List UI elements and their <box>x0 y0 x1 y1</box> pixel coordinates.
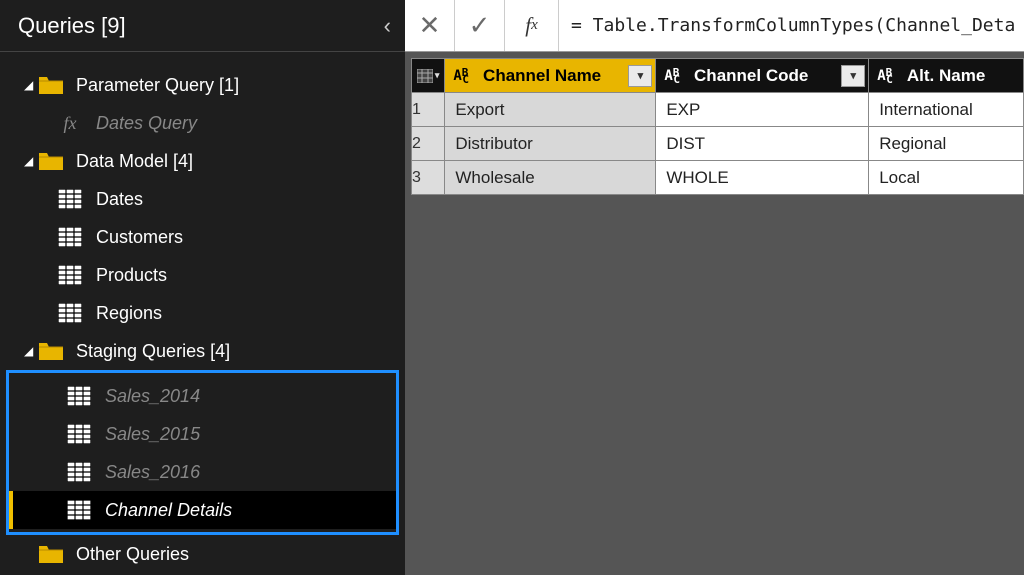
row-number[interactable]: 1 <box>412 93 445 127</box>
group-staging-queries[interactable]: ◢ Staging Queries [4] <box>0 332 405 370</box>
formula-input[interactable]: = Table.TransformColumnTypes(Channel_Det… <box>559 0 1024 51</box>
cell-alt-name[interactable]: Local <box>869 161 1024 195</box>
column-name: Alt. Name <box>907 66 1023 86</box>
column-name: Channel Name <box>483 66 628 86</box>
column-name: Channel Code <box>694 66 841 86</box>
table-icon <box>58 227 82 247</box>
query-label: Sales_2014 <box>105 386 200 407</box>
query-label: Dates Query <box>96 113 197 134</box>
highlighted-staging-group: Sales_2014 Sales_2015 Sales_2016 Channel… <box>6 370 399 535</box>
table-row[interactable]: 2 Distributor DIST Regional <box>412 127 1024 161</box>
main-area: ✕ ✓ fx = Table.TransformColumnTypes(Chan… <box>405 0 1024 575</box>
query-channel-details[interactable]: Channel Details <box>9 491 396 529</box>
cell-channel-code[interactable]: EXP <box>656 93 869 127</box>
group-data-model[interactable]: ◢ Data Model [4] <box>0 142 405 180</box>
collapse-panel-icon[interactable]: ‹ <box>384 13 391 39</box>
query-sales-2015[interactable]: Sales_2015 <box>9 415 396 453</box>
query-sales-2016[interactable]: Sales_2016 <box>9 453 396 491</box>
group-label: Staging Queries [4] <box>76 341 230 362</box>
commit-formula-button[interactable]: ✓ <box>455 0 505 51</box>
query-dates[interactable]: Dates <box>0 180 405 218</box>
group-label: Parameter Query [1] <box>76 75 239 96</box>
query-customers[interactable]: Customers <box>0 218 405 256</box>
column-header-channel-code[interactable]: ABC Channel Code ▾ <box>656 59 869 93</box>
query-label: Dates <box>96 189 143 210</box>
table-row[interactable]: 1 Export EXP International <box>412 93 1024 127</box>
cell-alt-name[interactable]: Regional <box>869 127 1024 161</box>
query-dates-query[interactable]: fx Dates Query <box>0 104 405 142</box>
queries-title: Queries [9] <box>18 13 126 39</box>
query-label: Channel Details <box>105 500 232 521</box>
query-sales-2014[interactable]: Sales_2014 <box>9 377 396 415</box>
type-text-icon: ABC <box>656 69 694 83</box>
query-label: Sales_2015 <box>105 424 200 445</box>
column-filter-button[interactable]: ▾ <box>841 65 865 87</box>
type-text-icon: ABC <box>869 69 907 83</box>
group-label: Data Model [4] <box>76 151 193 172</box>
table-icon <box>58 189 82 209</box>
group-other-queries[interactable]: Other Queries <box>0 535 405 573</box>
data-preview: ▾ ABC Channel Name ▾ ABC Channel C <box>405 52 1024 195</box>
type-text-icon: ABC <box>445 69 483 83</box>
table-icon <box>67 424 91 444</box>
cell-alt-name[interactable]: International <box>869 93 1024 127</box>
folder-icon <box>38 340 64 362</box>
query-label: Regions <box>96 303 162 324</box>
queries-tree: ◢ Parameter Query [1] fx Dates Query ◢ D… <box>0 52 405 575</box>
cell-channel-code[interactable]: DIST <box>656 127 869 161</box>
row-number[interactable]: 2 <box>412 127 445 161</box>
cell-channel-name[interactable]: Wholesale <box>445 161 656 195</box>
cancel-formula-button[interactable]: ✕ <box>405 0 455 51</box>
chevron-down-icon: ▾ <box>435 70 440 81</box>
fx-icon[interactable]: fx <box>505 0 559 51</box>
query-regions[interactable]: Regions <box>0 294 405 332</box>
query-label: Sales_2016 <box>105 462 200 483</box>
formula-bar: ✕ ✓ fx = Table.TransformColumnTypes(Chan… <box>405 0 1024 52</box>
fx-icon: fx <box>58 113 82 134</box>
row-number[interactable]: 3 <box>412 161 445 195</box>
caret-down-icon[interactable]: ◢ <box>24 154 36 168</box>
cell-channel-code[interactable]: WHOLE <box>656 161 869 195</box>
column-header-alt-name[interactable]: ABC Alt. Name <box>869 59 1024 93</box>
group-parameter-query[interactable]: ◢ Parameter Query [1] <box>0 66 405 104</box>
column-header-channel-name[interactable]: ABC Channel Name ▾ <box>445 59 656 93</box>
cell-channel-name[interactable]: Export <box>445 93 656 127</box>
queries-header: Queries [9] ‹ <box>0 0 405 52</box>
data-table: ▾ ABC Channel Name ▾ ABC Channel C <box>411 58 1024 195</box>
caret-down-icon[interactable]: ◢ <box>24 344 36 358</box>
query-label: Products <box>96 265 167 286</box>
cell-channel-name[interactable]: Distributor <box>445 127 656 161</box>
queries-panel: Queries [9] ‹ ◢ Parameter Query [1] fx D… <box>0 0 405 575</box>
table-icon <box>67 462 91 482</box>
group-label: Other Queries <box>76 544 189 565</box>
query-label: Customers <box>96 227 183 248</box>
table-icon <box>67 386 91 406</box>
column-filter-button[interactable]: ▾ <box>628 65 652 87</box>
folder-icon <box>38 543 64 565</box>
folder-icon <box>38 74 64 96</box>
table-row[interactable]: 3 Wholesale WHOLE Local <box>412 161 1024 195</box>
table-icon <box>58 265 82 285</box>
folder-icon <box>38 150 64 172</box>
caret-down-icon[interactable]: ◢ <box>24 78 36 92</box>
select-all-corner[interactable]: ▾ <box>412 59 445 93</box>
table-icon <box>58 303 82 323</box>
query-products[interactable]: Products <box>0 256 405 294</box>
table-icon <box>67 500 91 520</box>
